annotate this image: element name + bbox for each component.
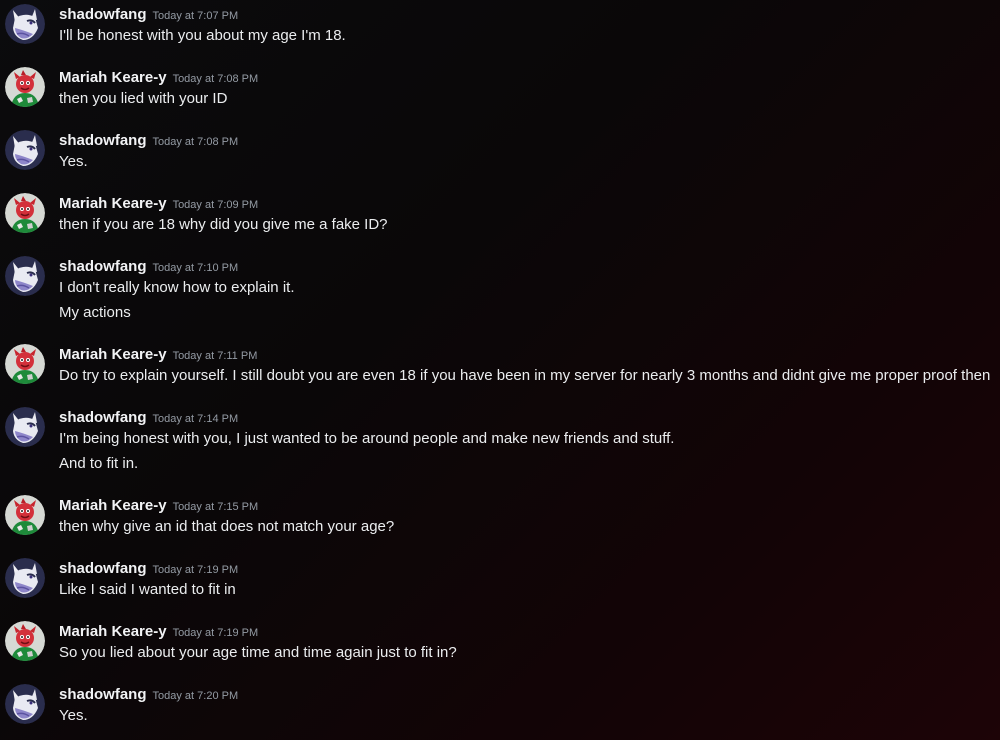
message-text: My actions [59,304,131,321]
red-creature-avatar-icon[interactable] [5,495,45,535]
timestamp: Today at 7:19 PM [172,627,259,639]
message-header: shadowfang Today at 7:20 PM [59,685,238,705]
message-header: shadowfang Today at 7:10 PM [59,257,238,277]
wolf-avatar-icon[interactable] [5,4,45,44]
username[interactable]: Mariah Keare-y [59,623,167,640]
message-header: shadowfang Today at 7:07 PM [59,5,238,25]
red-creature-avatar-icon[interactable] [5,621,45,661]
username[interactable]: Mariah Keare-y [59,69,167,86]
red-creature-avatar-icon[interactable] [5,67,45,107]
red-creature-avatar-icon[interactable] [5,193,45,233]
message-text: I don't really know how to explain it. [59,279,295,296]
username[interactable]: Mariah Keare-y [59,346,167,363]
username[interactable]: Mariah Keare-y [59,497,167,514]
message-header: shadowfang Today at 7:19 PM [59,559,238,579]
message-text: then you lied with your ID [59,90,228,107]
red-creature-avatar-icon[interactable] [5,344,45,384]
timestamp: Today at 7:14 PM [152,413,239,425]
message-text: Do try to explain yourself. I still doub… [59,367,991,384]
message-text: Yes. [59,153,88,170]
wolf-avatar-icon[interactable] [5,558,45,598]
username[interactable]: Mariah Keare-y [59,195,167,212]
timestamp: Today at 7:20 PM [152,690,239,702]
timestamp: Today at 7:07 PM [152,10,239,22]
message-text: And to fit in. [59,455,139,472]
message-header: shadowfang Today at 7:14 PM [59,408,238,428]
timestamp: Today at 7:09 PM [172,199,259,211]
timestamp: Today at 7:19 PM [152,564,239,576]
message-header: Mariah Keare-y Today at 7:19 PM [59,622,258,642]
username[interactable]: shadowfang [59,132,147,149]
timestamp: Today at 7:08 PM [172,73,259,85]
username[interactable]: shadowfang [59,686,147,703]
username[interactable]: shadowfang [59,560,147,577]
chat-messages[interactable]: shadowfang Today at 7:07 PM I'll be honest… [0,0,1000,740]
wolf-avatar-icon[interactable] [5,130,45,170]
username[interactable]: shadowfang [59,258,147,275]
message-header: Mariah Keare-y Today at 7:09 PM [59,194,258,214]
message-text: I'm being honest with you, I just wanted… [59,430,675,447]
username[interactable]: shadowfang [59,6,147,23]
message-header: Mariah Keare-y Today at 7:11 PM [59,345,257,365]
wolf-avatar-icon[interactable] [5,407,45,447]
message-header: Mariah Keare-y Today at 7:08 PM [59,68,258,88]
timestamp: Today at 7:08 PM [152,136,239,148]
wolf-avatar-icon[interactable] [5,256,45,296]
timestamp: Today at 7:15 PM [172,501,259,513]
message-header: shadowfang Today at 7:08 PM [59,131,238,151]
wolf-avatar-icon[interactable] [5,684,45,724]
username[interactable]: shadowfang [59,409,147,426]
timestamp: Today at 7:10 PM [152,262,239,274]
message-text: So you lied about your age time and time… [59,644,457,661]
message-text: I'll be honest with you about my age I'm… [59,27,346,44]
timestamp: Today at 7:11 PM [172,350,258,362]
message-text: Like I said I wanted to fit in [59,581,236,598]
message-text: Yes. [59,707,88,724]
message-header: Mariah Keare-y Today at 7:15 PM [59,496,258,516]
message-text: then if you are 18 why did you give me a… [59,216,388,233]
message-text: then why give an id that does not match … [59,518,395,535]
